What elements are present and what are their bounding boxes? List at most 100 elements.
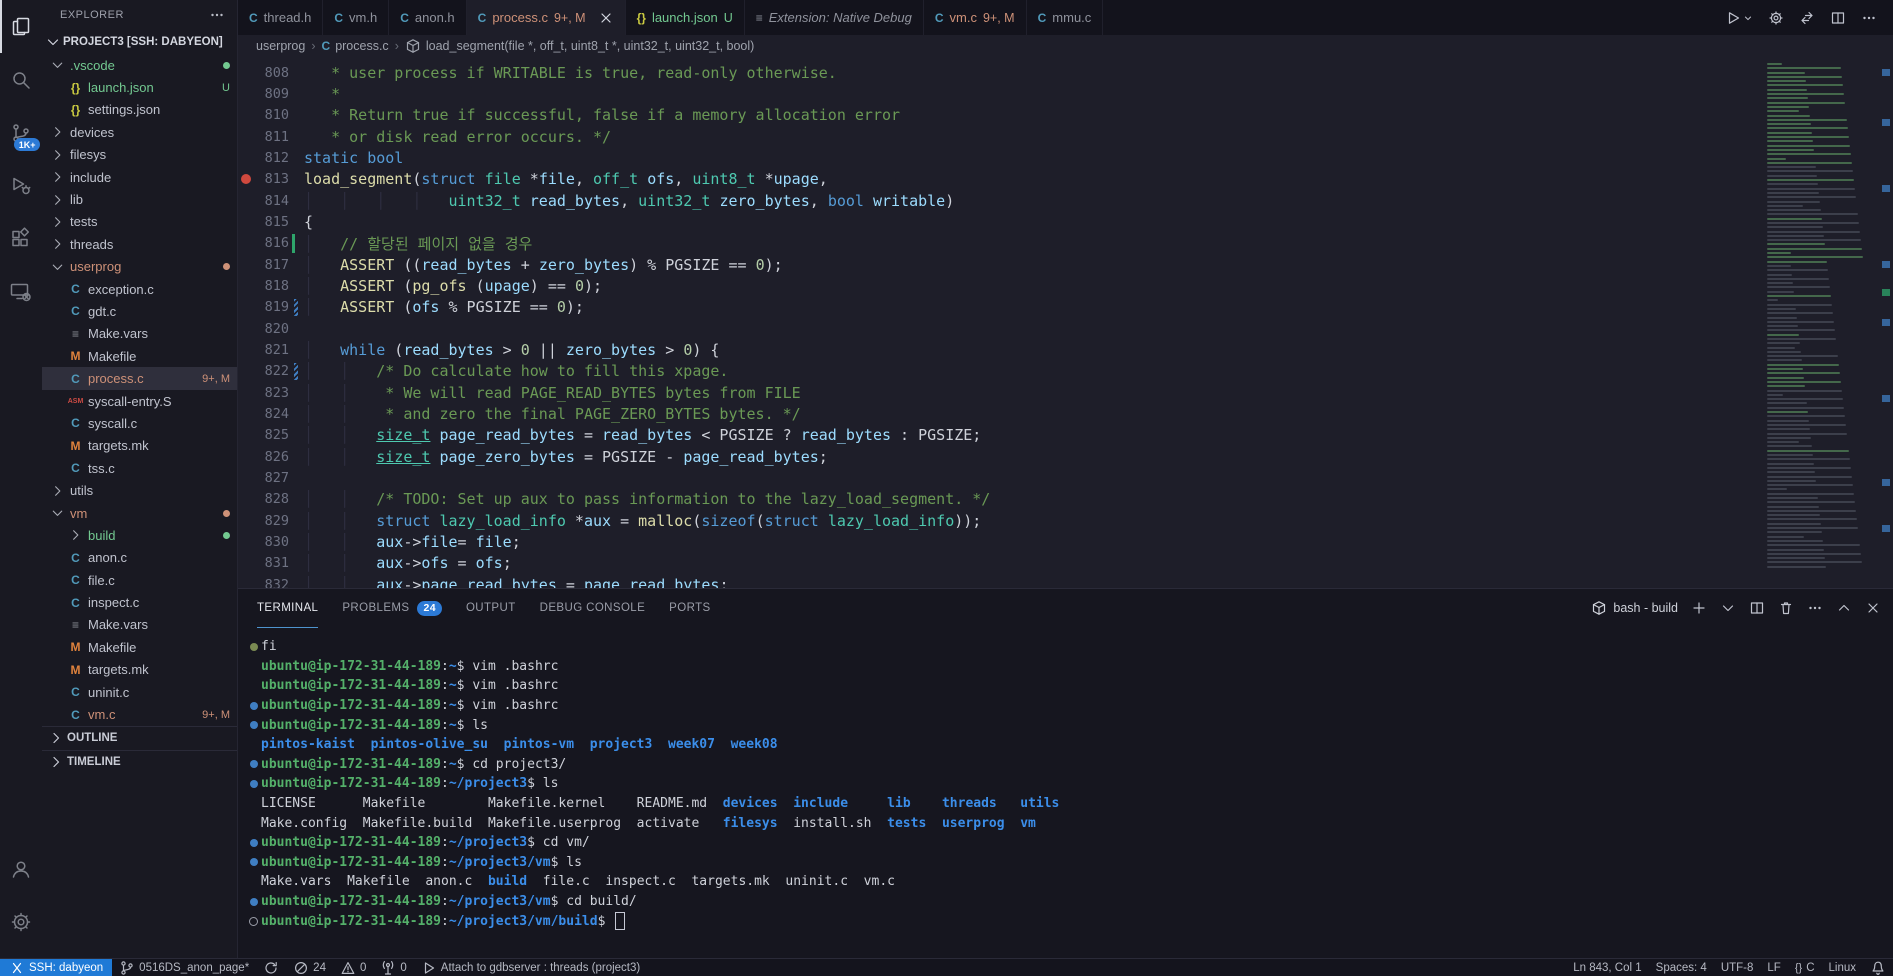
- more-actions-button[interactable]: [1807, 600, 1823, 616]
- panel-tab-terminal[interactable]: TERMINAL: [257, 589, 319, 628]
- terminal-profiles-dropdown[interactable]: [1720, 600, 1736, 616]
- tab-vm-h[interactable]: Cvm.h: [323, 0, 390, 35]
- tree-item-process-c[interactable]: Cprocess.c 9+, M: [42, 367, 237, 390]
- tree-item-vm-c[interactable]: Cvm.c 9+, M: [42, 703, 237, 725]
- tab-extension-native-debug[interactable]: ≡ Extension: Native Debug: [745, 0, 924, 35]
- tree-item-anon-c[interactable]: Canon.c: [42, 547, 237, 569]
- close-icon[interactable]: [598, 10, 614, 26]
- tab-vm-c[interactable]: Cvm.c 9+, M: [924, 0, 1027, 35]
- activity-item-extensions[interactable]: [0, 212, 42, 265]
- activity-item-explorer[interactable]: [0, 0, 42, 53]
- status-cursor-position[interactable]: Ln 843, Col 1: [1566, 959, 1648, 976]
- activity-item-search[interactable]: [0, 53, 42, 106]
- terminal-session[interactable]: bash - build: [1591, 600, 1678, 616]
- activity-item-settings[interactable]: [0, 895, 42, 948]
- status-debug-launch[interactable]: Attach to gdbserver : threads (project3): [414, 959, 647, 976]
- command-decoration[interactable]: [246, 858, 261, 867]
- tree-item-file-c[interactable]: Cfile.c: [42, 569, 237, 591]
- command-decoration[interactable]: [246, 897, 261, 906]
- breakpoint[interactable]: [238, 174, 253, 185]
- split-editor-button[interactable]: [1830, 10, 1846, 26]
- breadcrumb-item[interactable]: load_segment(file *, off_t, uint8_t *, u…: [405, 38, 754, 54]
- tree-item-targets-mk[interactable]: Mtargets.mk: [42, 435, 237, 457]
- activity-item-remote-explorer[interactable]: [0, 265, 42, 318]
- tree-item-filesys[interactable]: filesys: [42, 144, 237, 166]
- tree-item-userprog[interactable]: userprog: [42, 256, 237, 278]
- panel-tab-problems[interactable]: PROBLEMS 24: [342, 589, 442, 628]
- command-decoration[interactable]: [246, 760, 261, 769]
- close-panel-button[interactable]: [1865, 600, 1881, 616]
- tree-item-utils[interactable]: utils: [42, 479, 237, 501]
- minimap[interactable]: [1761, 57, 1879, 588]
- code-area[interactable]: 808 * user process if WRITABLE is true, …: [238, 57, 1761, 588]
- command-decoration[interactable]: [246, 701, 261, 710]
- activity-item-source-control[interactable]: 1K+: [0, 106, 42, 159]
- tree-item-lib[interactable]: lib: [42, 188, 237, 210]
- command-decoration[interactable]: [246, 779, 261, 788]
- tree-item-make-vars[interactable]: ≡ Make.vars: [42, 614, 237, 636]
- command-decoration[interactable]: [246, 916, 261, 926]
- more-actions-button[interactable]: [1861, 10, 1877, 26]
- kill-terminal-button[interactable]: [1778, 600, 1794, 616]
- panel-tab-output[interactable]: OUTPUT: [466, 589, 516, 628]
- settings-button[interactable]: [1768, 10, 1784, 26]
- breadcrumb-item[interactable]: Cprocess.c: [322, 39, 389, 53]
- tab-thread-h[interactable]: Cthread.h: [238, 0, 324, 35]
- status-git-branch[interactable]: 0516DS_anon_page*: [112, 959, 256, 976]
- status-eol[interactable]: LF: [1760, 959, 1787, 976]
- tab-process-c[interactable]: Cprocess.c 9+, M: [466, 0, 626, 35]
- maximize-panel-button[interactable]: [1836, 600, 1852, 616]
- tree-item-make-vars[interactable]: ≡ Make.vars: [42, 323, 237, 345]
- activity-item-run-debug[interactable]: [0, 159, 42, 212]
- more-actions-icon[interactable]: [209, 7, 225, 23]
- breadcrumb-item[interactable]: userprog: [256, 39, 305, 53]
- project-root-folder[interactable]: PROJECT3 [SSH: DABYEON]: [42, 30, 237, 54]
- status-notifications[interactable]: [1863, 959, 1893, 976]
- status-platform[interactable]: Linux: [1822, 959, 1864, 976]
- command-decoration[interactable]: [246, 838, 261, 847]
- compare-changes-button[interactable]: [1799, 10, 1815, 26]
- status-language-mode[interactable]: {} C: [1788, 959, 1822, 976]
- tree-item-gdt-c[interactable]: Cgdt.c: [42, 300, 237, 322]
- tree-item-settings-json[interactable]: {} settings.json: [42, 99, 237, 121]
- status-sync[interactable]: [256, 959, 286, 976]
- tab-anon-h[interactable]: Canon.h: [389, 0, 467, 35]
- tree-item-devices[interactable]: devices: [42, 121, 237, 143]
- new-terminal-button[interactable]: [1691, 600, 1707, 616]
- tree-item-syscall-entry-s[interactable]: ASM syscall-entry.S: [42, 390, 237, 412]
- tree-item-targets-mk[interactable]: Mtargets.mk: [42, 659, 237, 681]
- tree-item-build[interactable]: build: [42, 524, 237, 546]
- status-indentation[interactable]: Spaces: 4: [1649, 959, 1714, 976]
- status-encoding[interactable]: UTF-8: [1714, 959, 1761, 976]
- tree-item-makefile[interactable]: M Makefile: [42, 345, 237, 367]
- activity-item-account[interactable]: [0, 842, 42, 895]
- tree-item-threads[interactable]: threads: [42, 233, 237, 255]
- tree-item-exception-c[interactable]: Cexception.c: [42, 278, 237, 300]
- tree-item-inspect-c[interactable]: Cinspect.c: [42, 591, 237, 613]
- sidebar-section-outline[interactable]: OUTLINE: [42, 725, 237, 750]
- tree-item-launch-json[interactable]: {} launch.json U: [42, 76, 237, 98]
- status-ports[interactable]: 0: [373, 959, 413, 976]
- status-remote-indicator[interactable]: SSH: dabyeon: [0, 959, 113, 976]
- terminal-text: ubuntu@ip-172-31-44-189: [261, 835, 442, 851]
- tree-item-vm[interactable]: vm: [42, 502, 237, 524]
- tab-mmu-c[interactable]: Cmmu.c: [1027, 0, 1104, 35]
- panel-tab-debug-console[interactable]: DEBUG CONSOLE: [540, 589, 646, 628]
- status-errors[interactable]: 24: [286, 959, 333, 976]
- run-button[interactable]: [1725, 10, 1753, 26]
- sidebar-section-timeline[interactable]: TIMELINE: [42, 749, 237, 774]
- tab-launch-json[interactable]: {} launch.json U: [626, 0, 745, 35]
- tree-item-tss-c[interactable]: Ctss.c: [42, 457, 237, 479]
- split-terminal-button[interactable]: [1749, 600, 1765, 616]
- tree-item-include[interactable]: include: [42, 166, 237, 188]
- tree-item-uninit-c[interactable]: Cuninit.c: [42, 681, 237, 703]
- status-warnings[interactable]: 0: [333, 959, 373, 976]
- tree-item-makefile[interactable]: M Makefile: [42, 636, 237, 658]
- tree-item--vscode[interactable]: .vscode: [42, 54, 237, 76]
- command-decoration[interactable]: [246, 721, 261, 730]
- tree-item-syscall-c[interactable]: Csyscall.c: [42, 412, 237, 434]
- panel-tab-ports[interactable]: PORTS: [669, 589, 710, 628]
- terminal-output[interactable]: fi ubuntu@ip-172-31-44-189: ~ $ vim .bashrc…: [238, 627, 1893, 958]
- command-decoration[interactable]: [246, 642, 261, 651]
- tree-item-tests[interactable]: tests: [42, 211, 237, 233]
